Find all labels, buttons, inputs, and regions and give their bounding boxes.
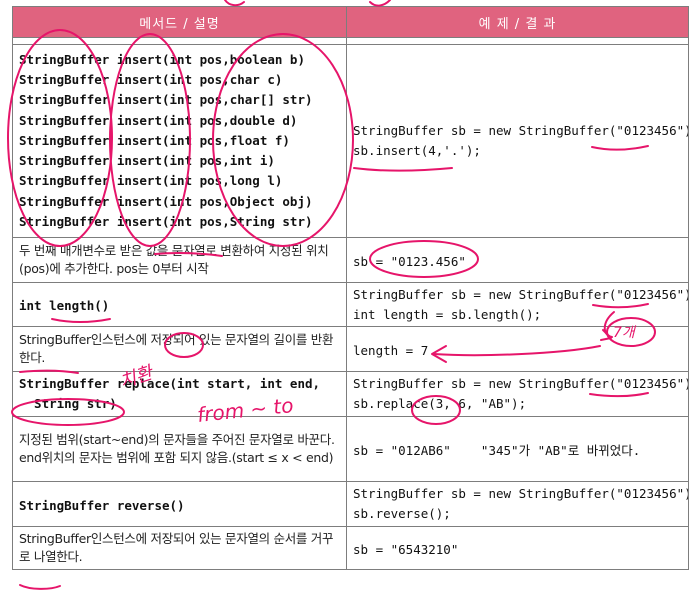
length-result-cell: length = 7 (346, 326, 689, 372)
insert-signature: StringBuffer insert(int pos,boolean b) (19, 52, 305, 68)
insert-signature: StringBuffer insert(int pos,int i) (19, 153, 275, 169)
insert-result: sb = "0123.456" (353, 253, 466, 269)
reverse-result-cell: sb = "6543210" (346, 526, 689, 570)
insert-signature: StringBuffer insert(int pos,char[] str) (19, 92, 313, 108)
insert-description-cell: 두 번째 매개변수로 받은 값을 문자열로 변환하여 지정된 위치(pos)에 … (12, 237, 347, 283)
reverse-signature: StringBuffer reverse() (19, 497, 185, 513)
insert-signature: StringBuffer insert(int pos,long l) (19, 173, 283, 189)
insert-signature-row: StringBuffer insert(int pos,boolean b) S… (12, 44, 689, 238)
reverse-example-cell: StringBuffer sb = new StringBuffer("0123… (346, 481, 689, 527)
reverse-result: sb = "6543210" (353, 541, 459, 557)
replace-signature-line: String str) (19, 396, 117, 411)
example-column-header: 예 제 / 결 과 (346, 6, 689, 38)
insert-signature: StringBuffer insert(int pos,Object obj) (19, 193, 313, 209)
method-column-header: 메서드 / 설명 (12, 6, 347, 38)
ink-stroke-top (224, 0, 245, 7)
replace-example-cell: StringBuffer sb = new StringBuffer("0123… (346, 371, 689, 417)
insert-signatures-cell: StringBuffer insert(int pos,boolean b) S… (12, 44, 347, 238)
insert-description-row: 두 번째 매개변수로 받은 값을 문자열로 변환하여 지정된 위치(pos)에 … (12, 237, 689, 283)
reverse-description-row: StringBuffer인스턴스에 저장되어 있는 문자열의 순서를 거꾸로 나… (12, 526, 689, 570)
length-description-cell: StringBuffer인스턴스에 저장되어 있는 문자열의 길이를 반환한다. (12, 326, 347, 372)
reverse-signature-row: StringBuffer reverse() StringBuffer sb =… (12, 481, 689, 527)
ink-stroke-top (369, 0, 391, 7)
ink-stroke-bottom (19, 584, 61, 590)
length-example-cell: StringBuffer sb = new StringBuffer("0123… (346, 282, 689, 327)
reverse-signature-cell: StringBuffer reverse() (12, 481, 347, 527)
insert-signature: StringBuffer insert(int pos,String str) (19, 213, 313, 229)
length-result: length = 7 (353, 342, 429, 358)
api-reference-sheet: 메서드 / 설명 예 제 / 결 과 StringBuffer insert(i… (0, 0, 697, 593)
reverse-description: StringBuffer인스턴스에 저장되어 있는 문자열의 순서를 거꾸로 나… (19, 531, 334, 564)
insert-signature: StringBuffer insert(int pos,char c) (19, 72, 283, 88)
insert-example-cell: StringBuffer sb = new StringBuffer("0123… (346, 44, 689, 238)
length-signature: int length() (19, 298, 110, 313)
insert-result-cell: sb = "0123.456" (346, 237, 689, 283)
length-description-row: StringBuffer인스턴스에 저장되어 있는 문자열의 길이를 반환한다.… (12, 326, 689, 372)
stringbuffer-method-table: 메서드 / 설명 예 제 / 결 과 StringBuffer insert(i… (12, 6, 689, 570)
insert-signature: StringBuffer insert(int pos,double d) (19, 112, 298, 128)
reverse-example-line: sb.reverse(); (353, 506, 451, 521)
reverse-example-line: StringBuffer sb = new StringBuffer("0123… (353, 486, 689, 501)
replace-result: sb = "012AB6" "345"가 "AB"로 바뀌었다. (353, 442, 641, 458)
replace-signature-line: StringBuffer replace(int start, int end, (19, 376, 321, 391)
insert-example-line: sb.insert(4,'.'); (353, 143, 481, 158)
replace-signature-row: StringBuffer replace(int start, int end,… (12, 371, 689, 417)
length-example-line: StringBuffer sb = new StringBuffer("0123… (353, 286, 689, 302)
header-spacer-row (12, 37, 689, 45)
replace-description-cell: 지정된 범위(start~end)의 문자들을 주어진 문자열로 바꾼다. en… (12, 416, 347, 482)
length-signature-cell: int length() (12, 282, 347, 327)
replace-description-row: 지정된 범위(start~end)의 문자들을 주어진 문자열로 바꾼다. en… (12, 416, 689, 482)
replace-signature-cell: StringBuffer replace(int start, int end,… (12, 371, 347, 417)
length-example-line: int length = sb.length(); (353, 306, 542, 322)
insert-signature: StringBuffer insert(int pos,float f) (19, 132, 290, 148)
length-signature-row: int length() StringBuffer sb = new Strin… (12, 282, 689, 327)
replace-example-line: sb.replace(3, 6, "AB"); (353, 396, 527, 411)
reverse-description-cell: StringBuffer인스턴스에 저장되어 있는 문자열의 순서를 거꾸로 나… (12, 526, 347, 570)
table-header-row: 메서드 / 설명 예 제 / 결 과 (12, 6, 689, 38)
insert-example-line: StringBuffer sb = new StringBuffer("0123… (353, 123, 689, 138)
replace-description: 지정된 범위(start~end)의 문자들을 주어진 문자열로 바꾼다. en… (19, 432, 335, 465)
replace-result-cell: sb = "012AB6" "345"가 "AB"로 바뀌었다. (346, 416, 689, 482)
replace-example-line: StringBuffer sb = new StringBuffer("0123… (353, 376, 689, 391)
length-description: StringBuffer인스턴스에 저장되어 있는 문자열의 길이를 반환한다. (19, 332, 334, 365)
insert-description: 두 번째 매개변수로 받은 값을 문자열로 변환하여 지정된 위치(pos)에 … (19, 243, 329, 276)
